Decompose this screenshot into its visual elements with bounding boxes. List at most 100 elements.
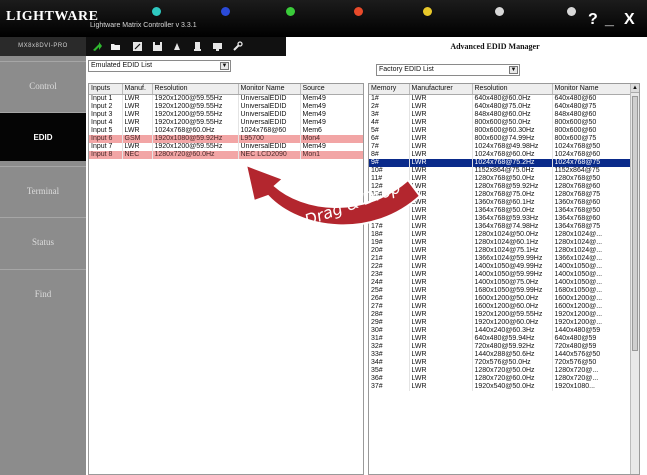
table-row[interactable]: 25# LWR 1680x1050@59.99Hz 1680x1050@...: [369, 286, 633, 295]
wrench-icon[interactable]: [232, 41, 243, 52]
table-row[interactable]: 16# LWR 1364x768@59.93Hz 1364x768@60: [369, 214, 633, 223]
table-cell: 1024x768@49.98Hz: [472, 142, 553, 151]
sidebar-item-control[interactable]: Control: [0, 61, 86, 110]
led-2: [221, 7, 230, 16]
table-cell: LWR: [409, 310, 473, 319]
table-row[interactable]: 27# LWR 1600x1200@60.0Hz 1600x1200@...: [369, 302, 633, 311]
table-cell: 37#: [369, 382, 410, 391]
table-row[interactable]: 14# LWR 1360x768@60.1Hz 1360x768@60: [369, 198, 633, 207]
document-icon[interactable]: [192, 41, 203, 52]
table-cell: LWR: [409, 294, 473, 303]
table-row[interactable]: 21# LWR 1366x1024@59.99Hz 1366x1024@...: [369, 254, 633, 263]
table-row[interactable]: 4# LWR 800x600@50.0Hz 800x600@50: [369, 118, 633, 127]
table-row[interactable]: Input 5 LWR 1024x768@60.0Hz 1024x768@60 Mem6: [89, 126, 363, 135]
emulated-edid-select[interactable]: Emulated EDID List ▼: [88, 60, 231, 72]
emulated-edid-column-header[interactable]: Inputs: [89, 84, 123, 95]
emulated-edid-column-header[interactable]: Resolution: [152, 84, 239, 95]
table-cell: L95700: [238, 134, 301, 143]
emulated-edid-column-header[interactable]: Source: [300, 84, 363, 95]
table-row[interactable]: 10# LWR 1152x864@75.0Hz 1152x864@75: [369, 166, 633, 175]
table-row[interactable]: 35# LWR 1280x720@50.0Hz 1280x720@...: [369, 366, 633, 375]
table-cell: Mem49: [300, 110, 363, 119]
table-row[interactable]: 17# LWR 1364x768@74.98Hz 1364x768@75: [369, 222, 633, 231]
table-cell: 27#: [369, 302, 410, 311]
table-row[interactable]: 6# LWR 800x600@74.99Hz 800x600@75: [369, 134, 633, 143]
table-row[interactable]: 32# LWR 720x480@59.92Hz 720x480@59: [369, 342, 633, 351]
table-cell: 17#: [369, 222, 410, 231]
table-row[interactable]: Input 7 LWR 1920x1200@59.55Hz UniversalEDID…: [89, 142, 363, 151]
table-cell: 2#: [369, 102, 410, 111]
table-row[interactable]: 18# LWR 1280x1024@50.0Hz 1280x1024@...: [369, 230, 633, 239]
factory-edid-table: Memory Manufacturer Resolution Monitor Name…: [368, 83, 640, 475]
table-row[interactable]: 36# LWR 1280x720@60.0Hz 1280x720@...: [369, 374, 633, 383]
table-cell: LWR: [409, 158, 473, 167]
table-cell: 1920x1200@...: [552, 310, 633, 319]
edit-icon[interactable]: [132, 41, 143, 52]
save-icon[interactable]: [152, 41, 163, 52]
table-row[interactable]: 3# LWR 848x480@60.0Hz 848x480@60: [369, 110, 633, 119]
emulated-edid-column-header[interactable]: Monitor Name: [238, 84, 301, 95]
sidebar-item-terminal[interactable]: Terminal: [0, 166, 86, 215]
scroll-thumb[interactable]: [632, 96, 638, 351]
table-cell: 22#: [369, 262, 410, 271]
scroll-up-icon[interactable]: ▲: [631, 84, 639, 93]
table-row[interactable]: Input 2 LWR 1920x1200@59.55Hz UniversalEDID…: [89, 102, 363, 111]
open-folder-icon[interactable]: [110, 41, 121, 52]
emulated-edid-table: Inputs Manuf. Resolution Monitor Name Source…: [88, 83, 364, 475]
close-button[interactable]: X: [624, 11, 635, 29]
table-row[interactable]: Input 4 LWR 1920x1200@59.55Hz UniversalEDID…: [89, 118, 363, 127]
table-row[interactable]: 23# LWR 1400x1050@59.99Hz 1400x1050@...: [369, 270, 633, 279]
table-row[interactable]: 7# LWR 1024x768@49.98Hz 1024x768@50: [369, 142, 633, 151]
table-row[interactable]: 11# LWR 1280x768@50.0Hz 1280x768@50: [369, 174, 633, 183]
table-row[interactable]: 5# LWR 800x600@60.30Hz 800x600@60: [369, 126, 633, 135]
table-cell: 1400x1050@75.0Hz: [472, 278, 553, 287]
table-row[interactable]: Input 1 LWR 1920x1200@59.55Hz UniversalEDID…: [89, 94, 363, 103]
table-cell: 1680x1050@...: [552, 286, 633, 295]
table-row[interactable]: Input 6 GSM 1920x1080@59.92Hz L95700 Mon4: [89, 134, 363, 143]
table-cell: LWR: [409, 326, 473, 335]
emulated-edid-column-header[interactable]: Manuf.: [122, 84, 153, 95]
table-cell: LWR: [409, 190, 473, 199]
table-cell: 5#: [369, 126, 410, 135]
sidebar-item-find[interactable]: Find: [0, 269, 86, 318]
table-row[interactable]: 22# LWR 1400x1050@49.99Hz 1400x1050@...: [369, 262, 633, 271]
table-row[interactable]: 19# LWR 1280x1024@60.1Hz 1280x1024@...: [369, 238, 633, 247]
table-cell: 1440x576@50: [552, 350, 633, 359]
table-row[interactable]: 1# LWR 640x480@60.0Hz 640x480@60: [369, 94, 633, 103]
table-row[interactable]: 29# LWR 1920x1200@60.0Hz 1920x1200@...: [369, 318, 633, 327]
table-row[interactable]: 24# LWR 1400x1050@75.0Hz 1400x1050@...: [369, 278, 633, 287]
table-row[interactable]: 8# LWR 1024x768@60.0Hz 1024x768@60: [369, 150, 633, 159]
factory-edid-column-header[interactable]: Manufacturer: [409, 84, 473, 95]
table-row[interactable]: 34# LWR 720x576@50.0Hz 720x576@50: [369, 358, 633, 367]
table-row[interactable]: Input 8 NEC 1280x720@60.0Hz NEC LCD2090 Mon1: [89, 150, 363, 159]
table-row[interactable]: Input 3 LWR 1920x1200@59.55Hz UniversalEDID…: [89, 110, 363, 119]
app-window: LIGHTWARE Lightware Matrix Controller v …: [0, 0, 647, 475]
table-row[interactable]: 2# LWR 640x480@75.0Hz 640x480@75: [369, 102, 633, 111]
table-cell: 640x480@60.0Hz: [472, 94, 553, 103]
factory-edid-column-header[interactable]: Memory: [369, 84, 410, 95]
table-row[interactable]: 13# LWR 1280x768@75.0Hz 1280x768@75: [369, 190, 633, 199]
monitor-icon[interactable]: [212, 41, 223, 52]
factory-edid-column-header[interactable]: Resolution: [472, 84, 553, 95]
table-cell: GSM: [122, 134, 153, 143]
table-row[interactable]: 31# LWR 640x480@59.94Hz 640x480@59: [369, 334, 633, 343]
sidebar-item-status[interactable]: Status: [0, 217, 86, 266]
table-row[interactable]: 12# LWR 1280x768@59.92Hz 1280x768@60: [369, 182, 633, 191]
table-cell: 1024x768@75: [552, 158, 633, 167]
table-row[interactable]: 15# LWR 1364x768@50.0Hz 1364x768@50: [369, 206, 633, 215]
paint-icon[interactable]: [172, 41, 183, 52]
green-arrow-icon[interactable]: [92, 41, 103, 52]
help-button[interactable]: ?: [588, 11, 598, 29]
table-row[interactable]: 20# LWR 1280x1024@75.1Hz 1280x1024@...: [369, 246, 633, 255]
table-row[interactable]: 26# LWR 1600x1200@50.0Hz 1600x1200@...: [369, 294, 633, 303]
sidebar-item-edid[interactable]: EDID: [0, 112, 86, 161]
table-row[interactable]: 30# LWR 1440x240@60.3Hz 1440x480@59: [369, 326, 633, 335]
table-row[interactable]: 33# LWR 1440x288@50.6Hz 1440x576@50: [369, 350, 633, 359]
factory-edid-scrollbar[interactable]: ▲: [630, 84, 639, 474]
table-row[interactable]: 37# LWR 1920x540@50.0Hz 1920x1080...: [369, 382, 633, 391]
table-row[interactable]: 28# LWR 1920x1200@59.55Hz 1920x1200@...: [369, 310, 633, 319]
minimize-button[interactable]: _: [605, 11, 614, 29]
factory-edid-column-header[interactable]: Monitor Name: [552, 84, 633, 95]
factory-edid-select[interactable]: Factory EDID List ▼: [376, 64, 520, 76]
table-row[interactable]: 9# LWR 1024x768@75.2Hz 1024x768@75: [369, 158, 633, 167]
